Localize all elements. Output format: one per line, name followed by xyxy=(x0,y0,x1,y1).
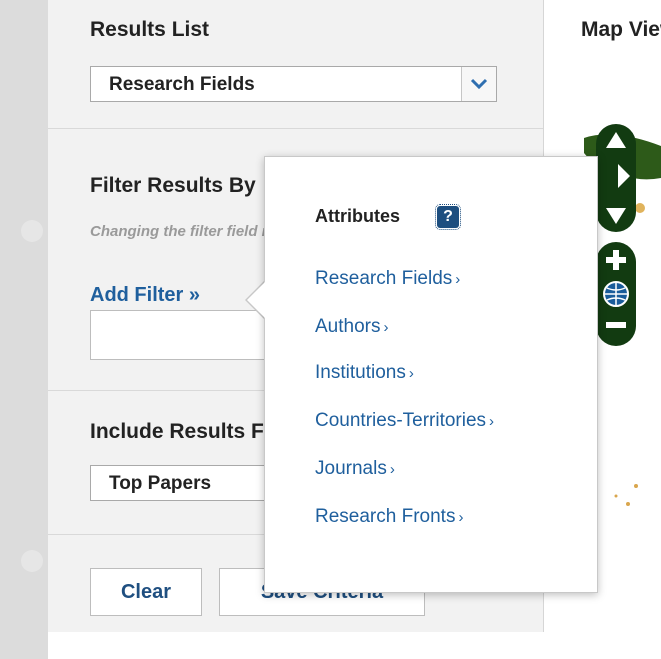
attribute-research-fronts[interactable]: Research Fronts › xyxy=(315,506,463,528)
attribute-label: Authors xyxy=(315,316,381,337)
pan-up-icon xyxy=(606,132,626,148)
clear-button[interactable]: Clear xyxy=(90,568,202,616)
help-icon[interactable]: ? xyxy=(435,204,461,230)
chevron-right-icon: › xyxy=(489,413,495,430)
map-title: Map View xyxy=(581,18,661,41)
include-selected: Top Papers xyxy=(109,473,212,494)
chevron-right-icon: › xyxy=(455,271,461,288)
chevron-right-icon: › xyxy=(408,365,414,382)
attribute-label: Countries-Territories xyxy=(315,410,487,431)
attribute-label: Research Fields xyxy=(315,268,453,289)
chevron-right-icon: › xyxy=(389,461,395,478)
add-filter-link[interactable]: Add Filter » xyxy=(90,284,200,307)
map-pan-control[interactable] xyxy=(596,124,636,232)
attributes-popup: Attributes ? Research Fields › Authors › I… xyxy=(264,156,598,593)
attribute-journals[interactable]: Journals › xyxy=(315,458,395,480)
chevron-down-icon[interactable] xyxy=(461,67,496,101)
results-list-select[interactable]: Research Fields xyxy=(90,66,497,102)
rail-handle xyxy=(21,220,43,242)
attribute-countries-territories[interactable]: Countries-Territories › xyxy=(315,410,494,432)
attribute-institutions[interactable]: Institutions › xyxy=(315,362,414,384)
results-list-heading: Results List xyxy=(90,18,210,41)
pan-right-icon xyxy=(618,164,630,188)
attributes-title: Attributes xyxy=(315,206,400,226)
include-heading: Include Results For xyxy=(90,420,285,443)
attribute-label: Institutions xyxy=(315,362,406,383)
filter-heading: Filter Results By xyxy=(90,174,256,197)
popup-pointer-inner xyxy=(247,282,265,318)
results-list-selected: Research Fields xyxy=(109,74,255,95)
left-rail xyxy=(0,0,48,659)
map-zoom-control[interactable] xyxy=(596,242,636,346)
attribute-research-fields[interactable]: Research Fields › xyxy=(315,268,460,290)
pan-down-icon xyxy=(606,208,626,224)
chevron-right-icon: › xyxy=(383,319,389,336)
rail-handle xyxy=(21,550,43,572)
attribute-authors[interactable]: Authors › xyxy=(315,316,388,338)
results-list-section: Results List Research Fields xyxy=(48,0,543,129)
attribute-label: Research Fronts xyxy=(315,506,456,527)
attribute-label: Journals xyxy=(315,458,387,479)
chevron-right-icon: › xyxy=(458,509,464,526)
